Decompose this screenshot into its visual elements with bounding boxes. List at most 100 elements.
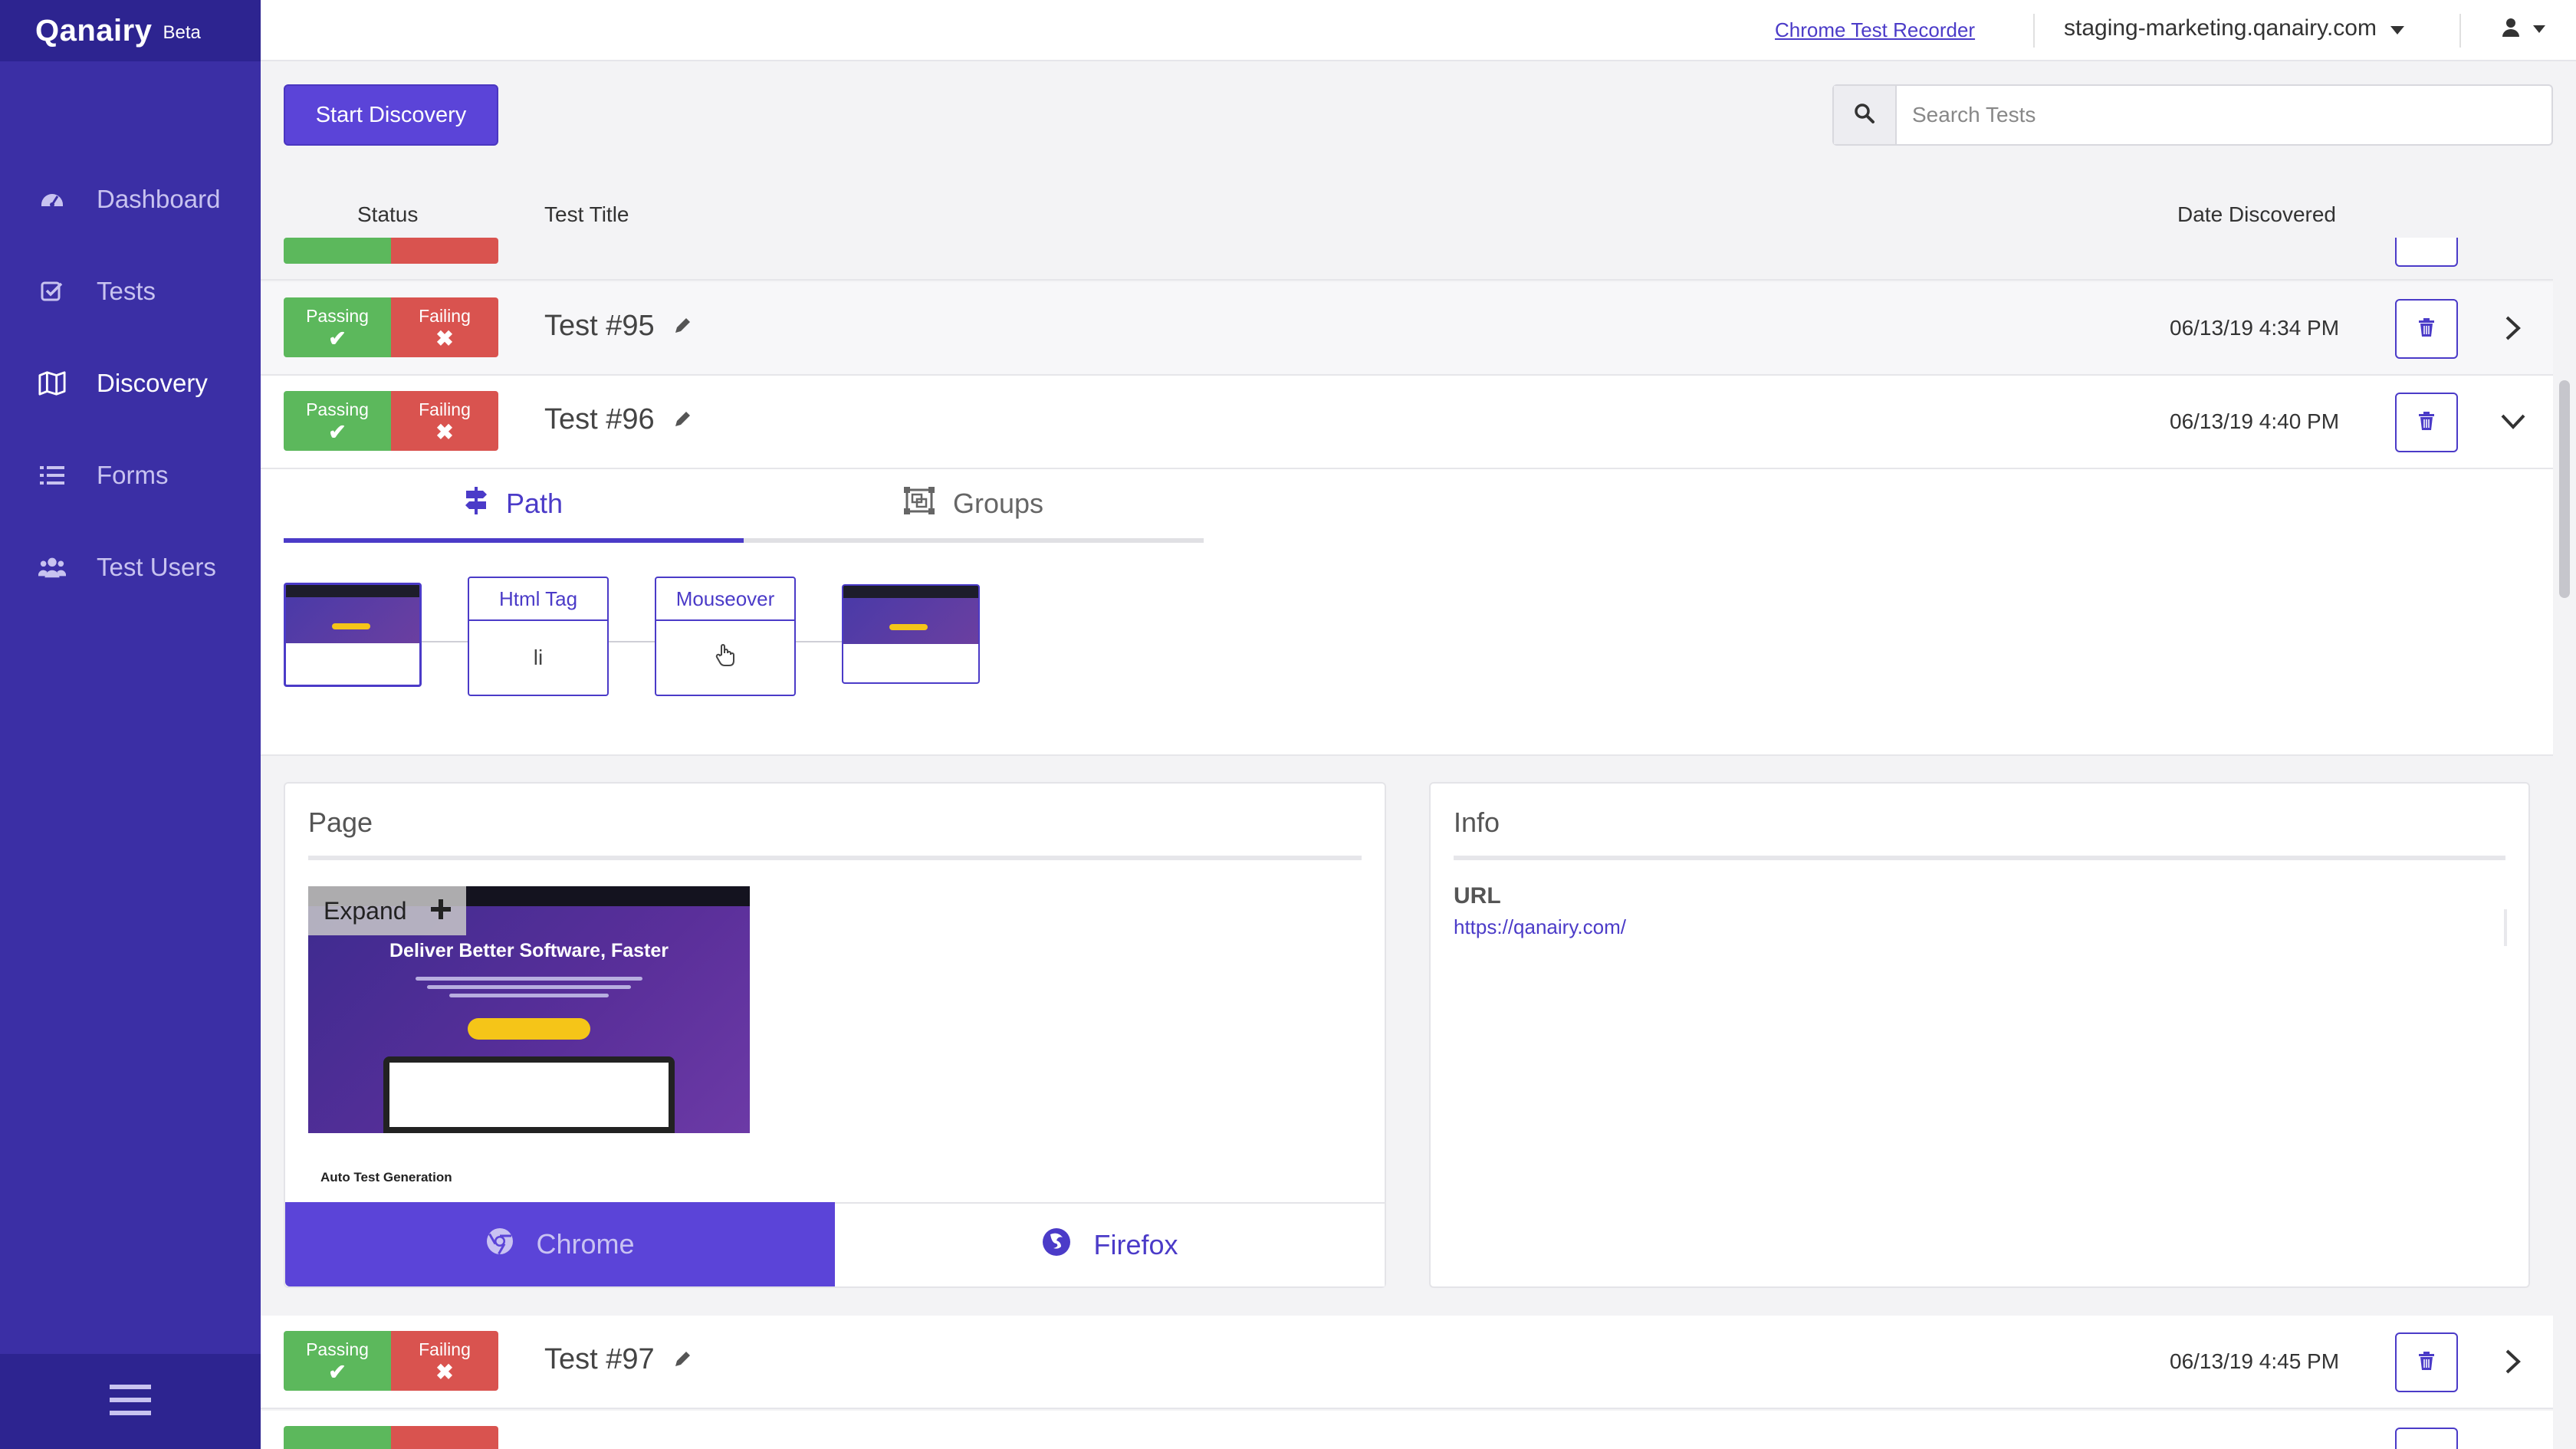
table-row[interactable]: Passing ✔ Failing ✖ Test #95 06/13/19 4:… <box>261 282 2553 376</box>
tab-chrome-label: Chrome <box>536 1228 635 1260</box>
delete-button[interactable] <box>2395 393 2458 452</box>
status-toggle: Passing Failing <box>284 1426 498 1449</box>
sidebar-footer <box>0 1354 261 1449</box>
test-title-text: Test #96 <box>544 403 655 435</box>
site-selector[interactable]: staging-marketing.qanairy.com <box>2064 15 2404 41</box>
path-step-html-tag[interactable]: Html Tag li <box>468 577 609 696</box>
page-thumbnail[interactable] <box>284 583 422 687</box>
check-icon: ✔ <box>328 326 347 350</box>
table-row[interactable]: Passing ✔ Failing ✖ Test #97 06/13/19 4:… <box>261 1316 2553 1409</box>
tab-firefox-label: Firefox <box>1093 1229 1178 1260</box>
date-discovered: 06/13/19 4:45 PM <box>2170 1349 2340 1373</box>
expand-button[interactable]: Expand <box>308 886 466 935</box>
test-title: Test #97 <box>544 1343 692 1376</box>
test-title: Test #95 <box>544 310 692 343</box>
trash-icon <box>2419 317 2434 340</box>
passing-label: Passing <box>306 1339 369 1359</box>
test-title-text: Test #95 <box>544 310 655 342</box>
passing-label: Passing <box>306 1446 369 1449</box>
card-title: Page <box>308 807 373 838</box>
failing-button[interactable]: Failing ✖ <box>391 1331 498 1391</box>
table-row <box>261 205 2553 281</box>
chrome-test-recorder-link[interactable]: Chrome Test Recorder <box>1775 18 1975 42</box>
status-toggle: Passing ✔ Failing ✖ <box>284 1331 498 1391</box>
test-detail-panel: Path Groups Html Tag li Mouseover Page D… <box>261 469 2553 1313</box>
delete-button[interactable] <box>2395 1428 2458 1449</box>
sidebar-item-forms[interactable]: Forms <box>0 429 261 521</box>
sidebar-item-tests[interactable]: Tests <box>0 245 261 337</box>
scrollbar-thumb[interactable] <box>2559 380 2570 598</box>
tab-chrome[interactable]: Chrome <box>285 1202 835 1286</box>
passing-button[interactable] <box>284 238 391 264</box>
passing-button[interactable]: Passing <box>284 1426 391 1449</box>
sidebar-item-test-users[interactable]: Test Users <box>0 521 261 613</box>
info-scrollbar[interactable] <box>2504 909 2507 946</box>
chevron-right-icon[interactable] <box>2498 311 2528 345</box>
sidebar-item-label: Tests <box>97 277 156 305</box>
search-button[interactable] <box>1834 86 1897 144</box>
top-header: Chrome Test Recorder staging-marketing.q… <box>261 0 2576 61</box>
passing-button[interactable]: Passing ✔ <box>284 391 391 451</box>
page-scrollbar[interactable] <box>2553 250 2576 1449</box>
passing-button[interactable]: Passing ✔ <box>284 1331 391 1391</box>
failing-label: Failing <box>419 1446 471 1449</box>
users-icon <box>38 554 66 581</box>
passing-button[interactable]: Passing ✔ <box>284 297 391 357</box>
failing-button[interactable]: Failing ✖ <box>391 391 498 451</box>
failing-button[interactable]: Failing ✖ <box>391 297 498 357</box>
failing-button[interactable]: Failing <box>391 1426 498 1449</box>
caret-down-icon <box>2390 15 2404 41</box>
header-divider <box>2459 14 2461 48</box>
tab-groups[interactable]: Groups <box>744 469 1204 543</box>
pencil-icon[interactable] <box>673 403 692 436</box>
step-value <box>656 621 794 695</box>
tab-path[interactable]: Path <box>284 469 744 543</box>
path-flow: Html Tag li Mouseover <box>284 577 980 699</box>
tab-firefox[interactable]: Firefox <box>835 1202 1385 1286</box>
tab-groups-label: Groups <box>952 488 1044 519</box>
table-row[interactable]: Passing ✔ Failing ✖ Test #96 06/13/19 4:… <box>261 376 2553 469</box>
date-discovered: 06/13/19 4:34 PM <box>2170 316 2340 340</box>
detail-cards: Page Deliver Better Software, Faster Aut… <box>261 754 2553 1313</box>
card-divider <box>1454 856 2505 860</box>
dashboard-icon <box>38 186 66 213</box>
sidebar-item-discovery[interactable]: Discovery <box>0 337 261 429</box>
delete-button[interactable] <box>2395 299 2458 359</box>
x-icon: ✖ <box>435 419 454 444</box>
delete-button[interactable] <box>2395 238 2458 267</box>
chevron-down-icon[interactable] <box>2498 405 2528 439</box>
pencil-icon[interactable] <box>673 310 692 343</box>
pencil-icon[interactable] <box>673 1343 692 1376</box>
caret-down-icon <box>2533 23 2545 37</box>
start-discovery-button[interactable]: Start Discovery <box>284 84 498 146</box>
hamburger-menu-icon[interactable] <box>110 1383 151 1421</box>
check-square-icon <box>38 278 66 305</box>
sidebar: Qanairy Beta Dashboard Tests Discovery F… <box>0 0 261 1449</box>
card-title: Info <box>1454 807 1500 838</box>
failing-label: Failing <box>419 1339 471 1359</box>
step-type: Html Tag <box>469 578 607 621</box>
object-group-icon <box>903 486 935 521</box>
path-step-mouseover[interactable]: Mouseover <box>655 577 796 696</box>
logo-bar: Qanairy Beta <box>0 0 261 61</box>
page-thumbnail[interactable] <box>842 584 980 684</box>
url-link[interactable]: https://qanairy.com/ <box>1454 915 1626 939</box>
failing-label: Failing <box>419 305 471 326</box>
detail-tabs: Path Groups <box>284 469 1204 543</box>
failing-button[interactable] <box>391 238 498 264</box>
tab-path-label: Path <box>505 488 564 519</box>
user-menu[interactable] <box>2502 18 2545 41</box>
table-row[interactable]: Passing Failing <box>261 1411 2553 1449</box>
map-icon <box>38 370 66 397</box>
chrome-icon <box>485 1227 514 1263</box>
sidebar-item-dashboard[interactable]: Dashboard <box>0 153 261 245</box>
delete-button[interactable] <box>2395 1332 2458 1392</box>
info-card: Info URL https://qanairy.com/ <box>1429 782 2530 1288</box>
sidebar-item-label: Forms <box>97 461 169 489</box>
app-logo[interactable]: Qanairy <box>35 14 152 48</box>
search-input[interactable] <box>1897 86 2551 144</box>
status-toggle <box>284 238 498 264</box>
chevron-right-icon[interactable] <box>2498 1345 2528 1378</box>
expand-label: Expand <box>324 896 407 925</box>
x-icon: ✖ <box>435 326 454 350</box>
